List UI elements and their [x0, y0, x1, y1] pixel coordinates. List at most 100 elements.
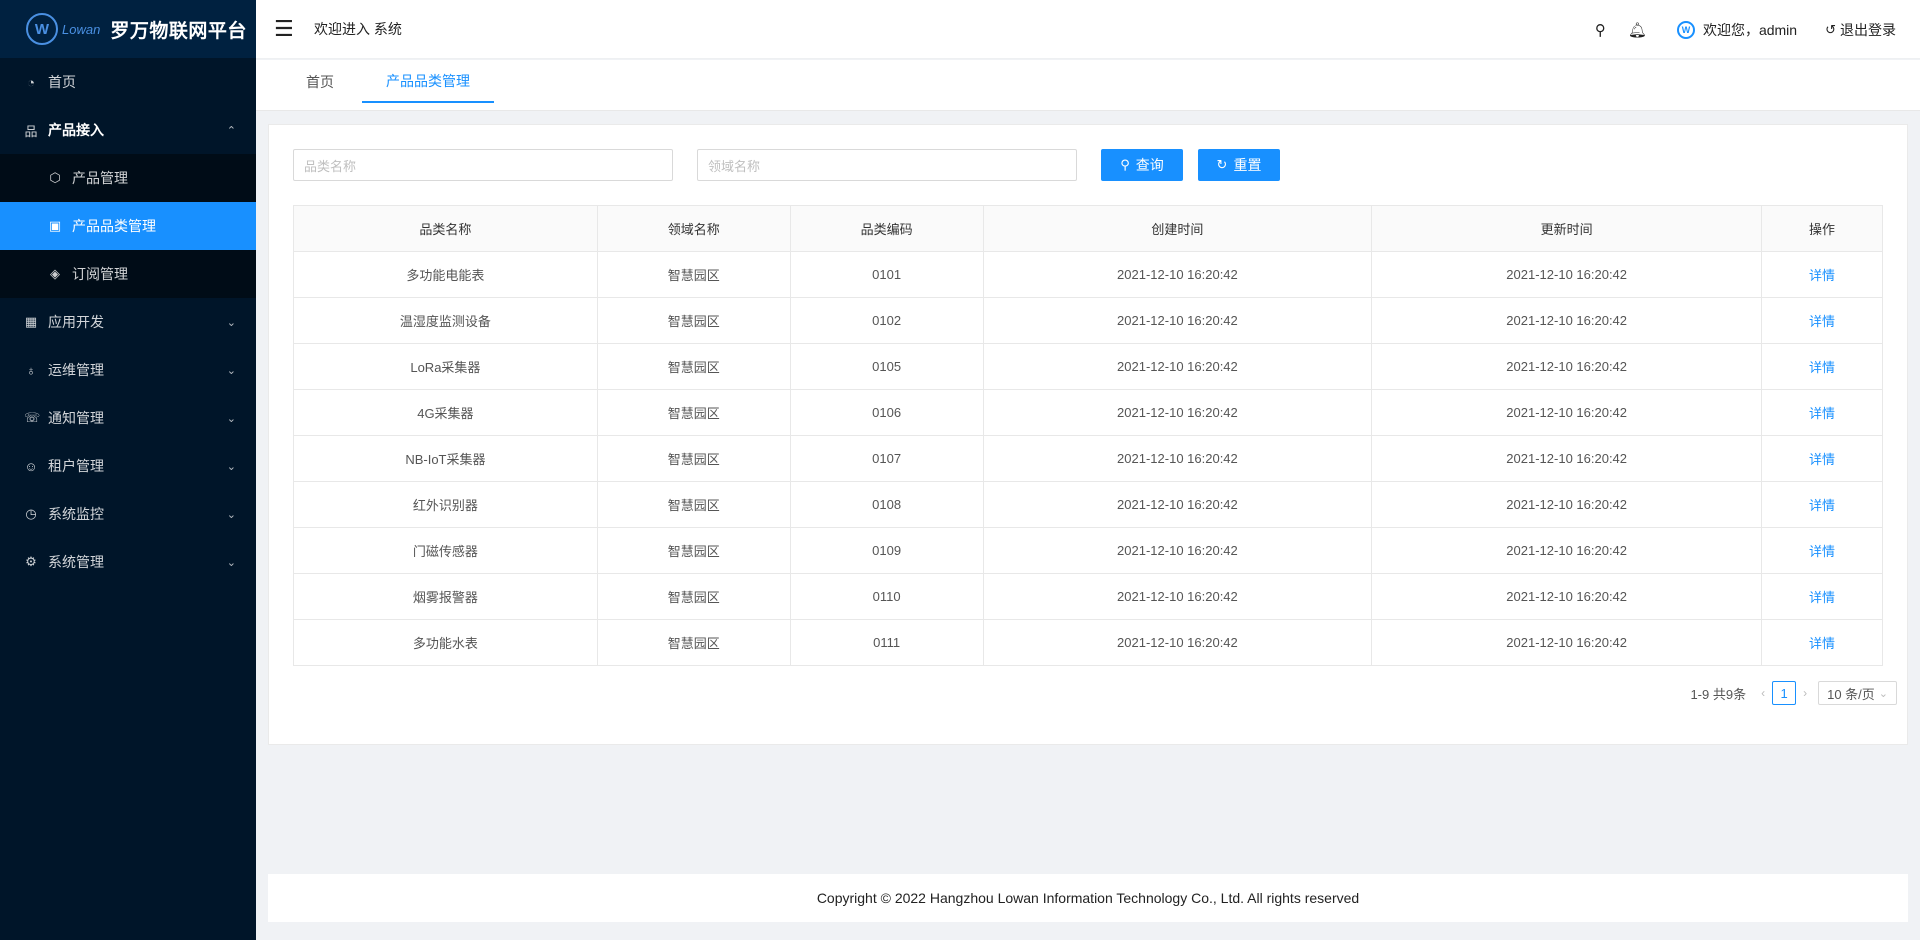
sidebar-item-label: 系统管理 — [48, 554, 104, 570]
logout-label: 退出登录 — [1840, 21, 1896, 38]
dashboard-icon: ◔ — [27, 74, 35, 90]
column-header: 更新时间 — [1371, 205, 1763, 252]
logout-button[interactable]: ↺ 退出登录 — [1825, 20, 1896, 40]
appstore-icon: ▦ — [24, 314, 38, 329]
table-cell: 2021-12-10 16:20:42 — [982, 527, 1373, 574]
sidebar-item-label: 系统监控 — [48, 506, 104, 522]
next-page-icon[interactable]: › — [1803, 686, 1807, 700]
sidebar-item-label: 租户管理 — [48, 458, 104, 474]
sidebar-item-tenant[interactable]: ☺ 租户管理 ⌄ — [0, 442, 256, 490]
user-menu[interactable]: W 欢迎您，admin — [1676, 20, 1798, 40]
table-cell: 红外识别器 — [293, 481, 598, 528]
search-icon: ⚲ — [1120, 157, 1130, 172]
query-label: 查询 — [1135, 157, 1164, 173]
category-table: 品类名称 领域名称 品类编码 创建时间 更新时间 操作 多功能电能表 智慧园区 … — [293, 205, 1883, 666]
table-cell: 2021-12-10 16:20:42 — [1371, 389, 1763, 436]
domain-name-input[interactable]: 领域名称 — [697, 149, 1077, 181]
table-cell: 智慧园区 — [596, 481, 791, 528]
table-cell: 2021-12-10 16:20:42 — [1371, 527, 1763, 574]
sidebar-item-notify[interactable]: ☏ 通知管理 ⌄ — [0, 394, 256, 442]
column-header: 领域名称 — [596, 205, 791, 252]
sidebar-item-category-management[interactable]: ▣ 产品品类管理 — [0, 202, 256, 250]
sidebar-item-label: 应用开发 — [48, 314, 104, 330]
user-greeting: 欢迎您，admin — [1702, 21, 1798, 38]
table-header-row: 品类名称 领域名称 品类编码 创建时间 更新时间 操作 — [293, 205, 1883, 252]
table-cell: 0109 — [789, 527, 984, 574]
tab-category-management[interactable]: 产品品类管理 — [362, 60, 494, 103]
sidebar-item-label: 首页 — [48, 74, 76, 90]
sidebar-item-label: 产品管理 — [72, 170, 128, 186]
chevron-down-icon: ⌄ — [226, 412, 236, 425]
table-cell: NB-IoT采集器 — [293, 435, 598, 482]
page-number-button[interactable]: 1 — [1772, 681, 1797, 705]
sidebar-item-label: 产品接入 — [48, 122, 104, 138]
prev-page-icon[interactable]: ‹ — [1761, 686, 1765, 700]
chevron-down-icon: ⌄ — [1878, 687, 1888, 700]
sidebar-item-label: 通知管理 — [48, 410, 104, 426]
table-row: NB-IoT采集器 智慧园区 0107 2021-12-10 16:20:42 … — [293, 435, 1883, 482]
setting-icon: ⚙ — [25, 554, 37, 569]
table-cell: 0102 — [789, 297, 984, 344]
detail-link[interactable]: 详情 — [1761, 389, 1883, 436]
sidebar-item-app-dev[interactable]: ▦ 应用开发 ⌄ — [0, 298, 256, 346]
sidebar-item-product-management[interactable]: ⬡ 产品管理 — [0, 154, 256, 202]
table-cell: 智慧园区 — [596, 573, 791, 620]
detail-link[interactable]: 详情 — [1761, 435, 1883, 482]
sidebar-item-subscription-management[interactable]: ◈ 订阅管理 — [0, 250, 256, 298]
page-size-value: 10 条/页 — [1827, 686, 1875, 702]
content-card: 品类名称 领域名称 ⚲ 查询 ↻ 重置 品类名称 领域名称 品类编码 创建时间 … — [268, 124, 1908, 745]
sidebar-item-product-access[interactable]: 品 产品接入 ⌃ — [0, 106, 256, 154]
column-header: 品类名称 — [293, 205, 598, 252]
bulb-icon: ♁ — [26, 362, 36, 378]
tag-icon: ◈ — [50, 266, 60, 281]
table-cell: 智慧园区 — [596, 619, 791, 666]
detail-link[interactable]: 详情 — [1761, 527, 1883, 574]
submenu-product-access: ⬡ 产品管理 ▣ 产品品类管理 ◈ 订阅管理 — [0, 154, 256, 298]
table-cell: 2021-12-10 16:20:42 — [1371, 435, 1763, 482]
reset-label: 重置 — [1233, 157, 1262, 173]
copyright-text: Copyright © 2022 Hangzhou Lowan Informat… — [816, 890, 1360, 906]
pagination: 1-9 共9条 ‹ 1 › 10 条/页 ⌄ — [1690, 681, 1897, 705]
detail-link[interactable]: 详情 — [1761, 573, 1883, 620]
column-header: 创建时间 — [982, 205, 1373, 252]
table-cell: 智慧园区 — [596, 343, 791, 390]
table-cell: 2021-12-10 16:20:42 — [982, 481, 1373, 528]
sidebar-item-monitor[interactable]: ◷ 系统监控 ⌄ — [0, 490, 256, 538]
category-name-input[interactable]: 品类名称 — [293, 149, 673, 181]
table-cell: 多功能电能表 — [293, 251, 598, 298]
sidebar-item-system[interactable]: ⚙ 系统管理 ⌄ — [0, 538, 256, 586]
table-cell: 智慧园区 — [596, 389, 791, 436]
detail-link[interactable]: 详情 — [1761, 251, 1883, 298]
table-cell: 2021-12-10 16:20:42 — [1371, 343, 1763, 390]
bell-icon[interactable]: 🔔︎ — [1628, 21, 1647, 39]
table-row: LoRa采集器 智慧园区 0105 2021-12-10 16:20:42 20… — [293, 343, 1883, 390]
table-row: 红外识别器 智慧园区 0108 2021-12-10 16:20:42 2021… — [293, 481, 1883, 528]
menu-fold-icon[interactable]: ☰ — [274, 18, 296, 40]
table-cell: 2021-12-10 16:20:42 — [982, 343, 1373, 390]
detail-link[interactable]: 详情 — [1761, 481, 1883, 528]
header-actions: ⚲ 🔔︎ W 欢迎您，admin ↺ 退出登录 — [1573, 0, 1896, 59]
table-cell: 0111 — [789, 619, 984, 666]
table-cell: 2021-12-10 16:20:42 — [982, 389, 1373, 436]
tab-home[interactable]: 首页 — [280, 60, 360, 103]
logout-icon: ↺ — [1825, 21, 1836, 37]
logo: W Lowan 罗万物联网平台 — [0, 0, 256, 58]
query-button[interactable]: ⚲ 查询 — [1101, 149, 1183, 181]
sidebar-item-ops[interactable]: ♁ 运维管理 ⌄ — [0, 346, 256, 394]
avatar: W — [1676, 20, 1695, 39]
column-header: 操作 — [1761, 205, 1883, 252]
detail-link[interactable]: 详情 — [1761, 343, 1883, 390]
team-icon: ☺ — [24, 458, 38, 474]
detail-link[interactable]: 详情 — [1761, 297, 1883, 344]
reset-button[interactable]: ↻ 重置 — [1198, 149, 1280, 181]
table-cell: 智慧园区 — [596, 251, 791, 298]
table-cell: 门磁传感器 — [293, 527, 598, 574]
sidebar-item-home[interactable]: ◔ 首页 — [0, 58, 256, 106]
table-cell: 2021-12-10 16:20:42 — [1371, 251, 1763, 298]
category-icon: ▣ — [48, 218, 62, 233]
sidebar-item-label: 运维管理 — [48, 362, 104, 378]
detail-link[interactable]: 详情 — [1761, 619, 1883, 666]
search-icon[interactable]: ⚲ — [1595, 21, 1606, 39]
page-size-select[interactable]: 10 条/页 ⌄ — [1818, 681, 1897, 705]
table-row: 烟雾报警器 智慧园区 0110 2021-12-10 16:20:42 2021… — [293, 573, 1883, 620]
